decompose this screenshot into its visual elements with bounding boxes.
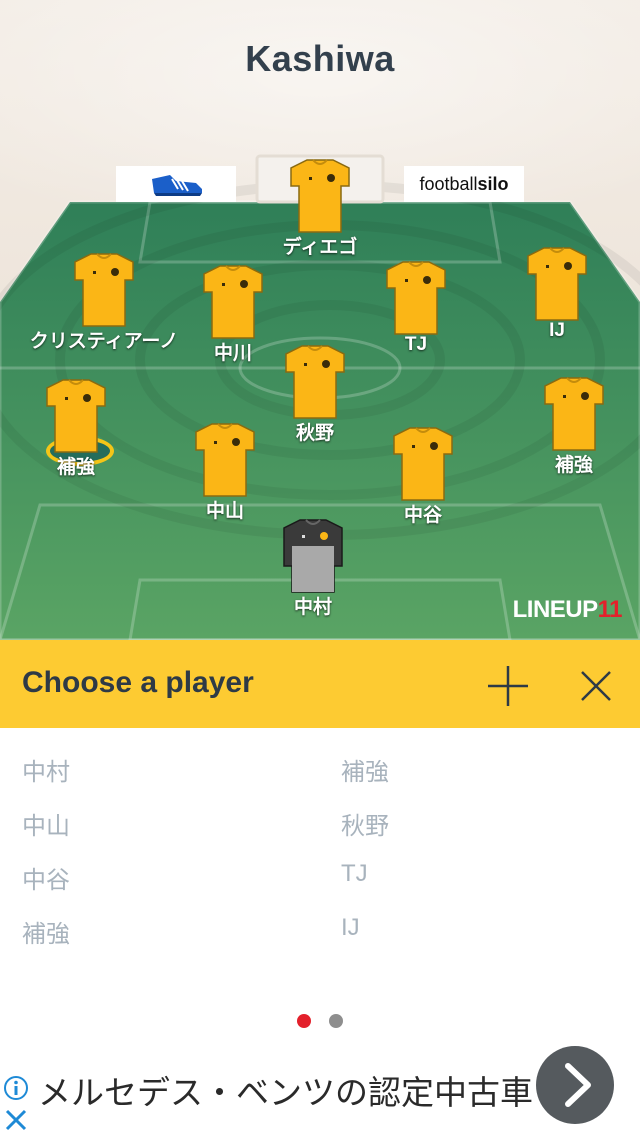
pitch-player[interactable]: 中谷	[333, 424, 513, 527]
brand-text: LINEUP	[512, 596, 599, 623]
sponsor-text: footballsilo	[419, 174, 508, 195]
yellow-jersey-icon	[386, 261, 446, 335]
lineup11-logo: LINEUP11	[512, 596, 623, 624]
pitch-player[interactable]: ディエゴ	[230, 156, 410, 259]
player-list: 中村 中山 中谷 補強 補強 秋野 TJ IJ	[0, 728, 640, 998]
yellow-jersey-icon	[46, 379, 106, 453]
close-button[interactable]	[574, 664, 618, 708]
ad-arrow-button[interactable]	[536, 1046, 614, 1124]
yellow-jersey-icon	[290, 159, 350, 233]
pitch-player[interactable]: IJ	[467, 244, 640, 342]
ad-info-button[interactable]	[2, 1074, 30, 1102]
ad-text[interactable]: メルセデス・ベンツの認定中古車	[38, 1066, 533, 1114]
chevron-right-icon	[565, 1063, 591, 1107]
pitch-area: Kashiwa footballsilo ディエゴ クリスティアーノ 中川 TJ…	[0, 0, 640, 640]
player-name: ディエゴ	[282, 237, 358, 258]
boot-icon	[152, 175, 202, 196]
list-item[interactable]: 補強	[341, 752, 389, 787]
ad-banner[interactable]: メルセデス・ベンツの認定中古車	[0, 1040, 640, 1136]
ad-close-button[interactable]	[2, 1106, 30, 1134]
add-player-button[interactable]	[486, 664, 530, 708]
pitch-player-goalkeeper[interactable]: 中村	[223, 516, 403, 619]
yellow-jersey-icon	[203, 265, 263, 339]
sponsor-text-light: football	[419, 173, 478, 194]
list-item[interactable]: 中谷	[22, 860, 70, 895]
pagination-dots	[0, 1014, 640, 1028]
yellow-jersey-icon	[527, 247, 587, 321]
yellow-jersey-icon	[74, 253, 134, 327]
list-item[interactable]: 補強	[22, 914, 70, 949]
chooser-header: Choose a player	[0, 640, 640, 728]
pitch-player[interactable]: 中山	[135, 420, 315, 523]
team-name: Kashiwa	[245, 38, 395, 79]
yellow-jersey-icon	[544, 377, 604, 451]
sponsor-board-right: footballsilo	[404, 166, 524, 202]
yellow-jersey-icon	[195, 423, 255, 497]
yellow-jersey-icon	[285, 345, 345, 419]
chooser-title: Choose a player	[22, 666, 254, 699]
goalkeeper-jersey-icon	[283, 519, 343, 593]
page-dot[interactable]	[329, 1014, 343, 1028]
list-item[interactable]: 秋野	[341, 806, 389, 841]
player-name: 中村	[293, 597, 332, 618]
list-item[interactable]: 中村	[22, 752, 70, 787]
close-icon	[581, 671, 611, 701]
sponsor-text-bold: silo	[477, 173, 509, 194]
page-dot-active[interactable]	[297, 1014, 311, 1028]
close-icon	[5, 1109, 27, 1131]
brand-number: 11	[597, 596, 623, 623]
sponsor-board-left	[116, 166, 236, 202]
list-item[interactable]: IJ	[341, 914, 360, 942]
player-name: 中谷	[403, 505, 442, 526]
yellow-jersey-icon	[393, 427, 453, 501]
player-name: 補強	[554, 455, 593, 476]
list-item[interactable]: 中山	[22, 806, 70, 841]
player-name: TJ	[404, 334, 428, 355]
player-name: IJ	[549, 320, 565, 341]
info-icon	[4, 1076, 28, 1100]
list-item[interactable]: TJ	[341, 860, 368, 888]
plus-icon	[488, 666, 528, 706]
player-name: 補強	[56, 457, 95, 478]
